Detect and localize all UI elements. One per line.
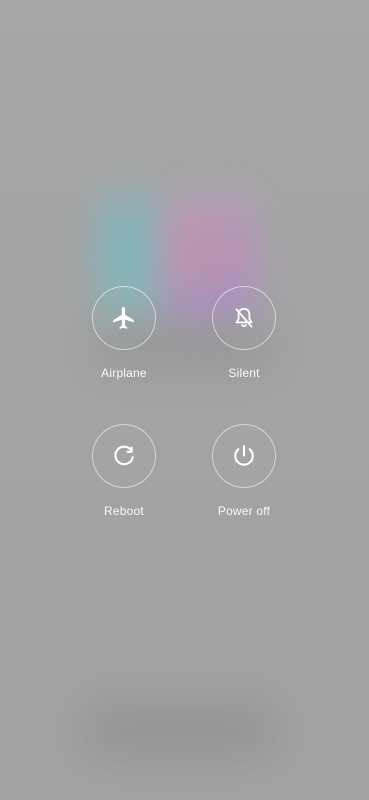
- reboot-icon: [110, 442, 138, 470]
- power-icon: [230, 442, 258, 470]
- silent-circle[interactable]: [212, 286, 276, 350]
- silent-button[interactable]: Silent: [184, 286, 304, 380]
- reboot-button[interactable]: Reboot: [64, 424, 184, 518]
- blurred-shadow-bottom: [80, 700, 280, 760]
- reboot-circle[interactable]: [92, 424, 156, 488]
- airplane-label: Airplane: [101, 366, 147, 380]
- blurred-background: [0, 0, 369, 800]
- power-off-circle[interactable]: [212, 424, 276, 488]
- airplane-icon: [111, 305, 137, 331]
- bell-off-icon: [231, 305, 257, 331]
- power-off-button[interactable]: Power off: [184, 424, 304, 518]
- airplane-circle[interactable]: [92, 286, 156, 350]
- power-off-label: Power off: [217, 504, 271, 518]
- silent-label: Silent: [228, 366, 260, 380]
- reboot-label: Reboot: [104, 504, 144, 518]
- airplane-button[interactable]: Airplane: [64, 286, 184, 380]
